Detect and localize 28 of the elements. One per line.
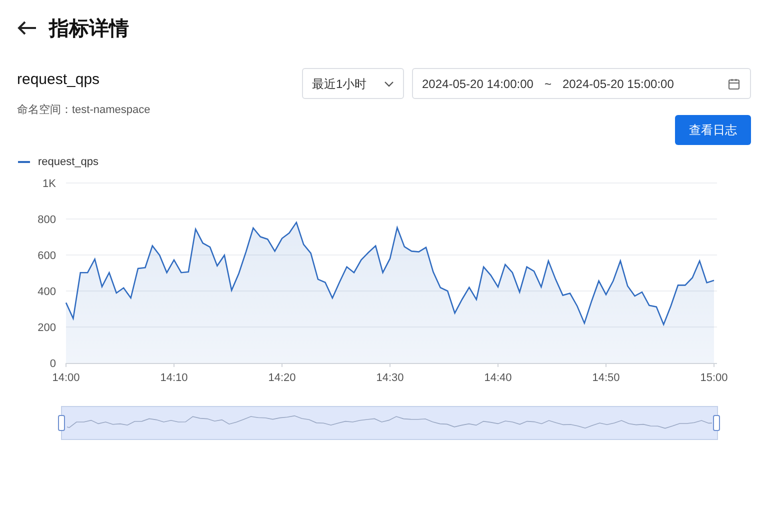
range-separator: ~ — [544, 76, 552, 92]
axis-label: 14:10 — [160, 372, 188, 383]
axis-label: 800 — [38, 214, 56, 226]
metric-name: request_qps — [17, 70, 101, 90]
axis-label: 400 — [38, 286, 56, 298]
legend-label: request_qps — [38, 154, 99, 170]
slider-handle[interactable] — [713, 415, 720, 431]
axis-label: 14:50 — [592, 372, 620, 383]
chevron-down-icon — [384, 80, 394, 86]
namespace-text: 命名空间：test-namespace — [17, 102, 150, 118]
slider-handle[interactable] — [58, 415, 65, 431]
back-arrow-icon[interactable] — [17, 20, 37, 36]
axis-label: 14:40 — [484, 372, 512, 383]
start-date: 2024-05-20 14:00:00 — [422, 76, 534, 92]
end-date: 2024-05-20 15:00:00 — [562, 76, 674, 92]
axis-label: 1K — [42, 178, 56, 190]
axis-label: 14:30 — [376, 372, 404, 383]
axis-label: 14:00 — [52, 372, 80, 383]
calendar-icon — [728, 78, 740, 90]
axis-label: 0 — [50, 358, 56, 370]
axis-label: 600 — [38, 250, 56, 262]
date-range-field[interactable]: 2024-05-20 14:00:00 ~ 2024-05-20 15:00:00 — [412, 68, 751, 99]
axis-label: 14:20 — [268, 372, 296, 383]
axis-label: 200 — [38, 322, 56, 334]
time-range-select[interactable]: 最近1小时 — [302, 68, 404, 99]
page-title: 指标详情 — [49, 15, 129, 42]
view-logs-button[interactable]: 查看日志 — [675, 115, 751, 145]
axis-label: 15:00 — [700, 372, 728, 383]
